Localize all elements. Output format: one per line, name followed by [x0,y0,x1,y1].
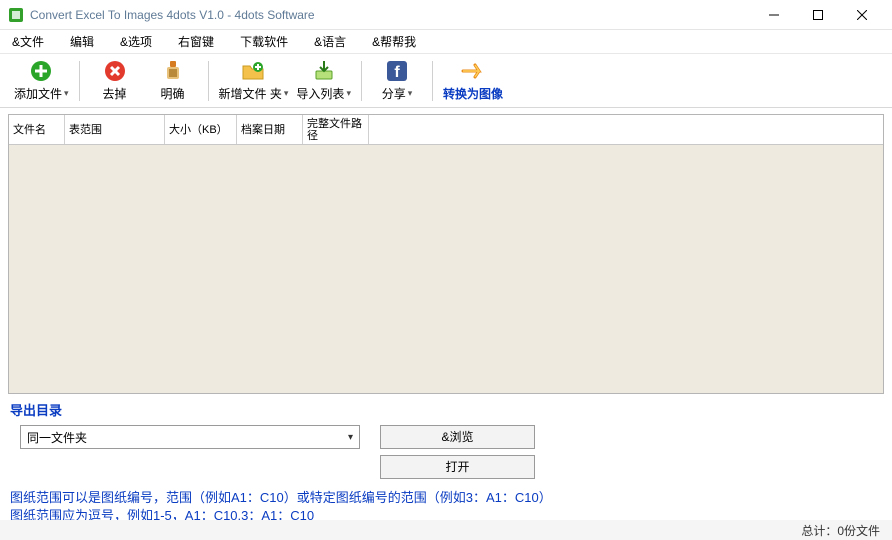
col-filename[interactable]: 文件名 [9,115,65,144]
menu-edit[interactable]: 编辑 [64,31,100,52]
col-path[interactable]: 完整文件路径 [303,115,369,144]
add-file-label: 添加文件 [14,85,62,102]
dropdown-caret-icon: ▾ [64,88,69,99]
facebook-icon: f [385,59,409,83]
dropdown-caret-icon: ▾ [284,88,289,99]
menu-help[interactable]: &帮帮我 [366,31,422,52]
browse-button[interactable]: &浏览 [380,425,535,449]
folder-add-icon [241,59,265,83]
share-label: 分享 [382,85,406,102]
col-date[interactable]: 档案日期 [237,115,303,144]
separator [208,61,209,101]
col-size[interactable]: 大小（KB） [165,115,237,144]
app-icon [8,7,24,23]
menu-file[interactable]: &文件 [6,31,50,52]
window-title: Convert Excel To Images 4dots V1.0 - 4do… [30,8,752,22]
dropdown-caret-icon: ▾ [346,88,351,99]
clear-label: 明确 [161,85,185,102]
share-button[interactable]: f 分享▾ [368,57,426,104]
menu-download[interactable]: 下载软件 [234,31,294,52]
menu-options[interactable]: &选项 [114,31,158,52]
add-icon [29,59,53,83]
remove-label: 去掉 [103,85,127,102]
import-list-label: 导入列表 [296,85,344,102]
output-section-label: 导出目录 [0,394,892,423]
import-icon [312,59,336,83]
separator [432,61,433,101]
file-grid[interactable]: 文件名 表范围 大小（KB） 档案日期 完整文件路径 [8,114,884,394]
new-folder-button[interactable]: 新增文件 夹▾ [215,57,293,104]
separator [79,61,80,101]
status-total: 总计：0份文件 [801,522,880,539]
col-sheet-range[interactable]: 表范围 [65,115,165,144]
maximize-button[interactable] [796,1,840,29]
output-folder-combo[interactable]: 同一文件夹 ▾ [20,425,360,449]
menu-shortcuts[interactable]: 右窗键 [172,31,220,52]
separator [361,61,362,101]
clear-icon [161,59,185,83]
output-folder-value: 同一文件夹 [27,429,87,446]
convert-icon [461,59,485,83]
remove-icon [103,59,127,83]
convert-button[interactable]: 转换为图像 [439,57,507,104]
hint-line-1: 图纸范围可以是图纸编号，范围（例如A1：C10）或特定图纸编号的范围（例如3：A… [10,489,882,507]
dropdown-caret-icon: ▾ [408,88,413,99]
convert-label: 转换为图像 [443,85,503,102]
close-button[interactable] [840,1,884,29]
new-folder-label: 新增文件 夹 [219,85,282,102]
open-button[interactable]: 打开 [380,455,535,479]
remove-button[interactable]: 去掉 [86,57,144,104]
chevron-down-icon: ▾ [348,432,353,443]
svg-text:f: f [394,64,400,81]
clear-button[interactable]: 明确 [144,57,202,104]
import-list-button[interactable]: 导入列表▾ [292,57,355,104]
minimize-button[interactable] [752,1,796,29]
add-file-button[interactable]: 添加文件▾ [10,57,73,104]
menu-language[interactable]: &语言 [308,31,352,52]
